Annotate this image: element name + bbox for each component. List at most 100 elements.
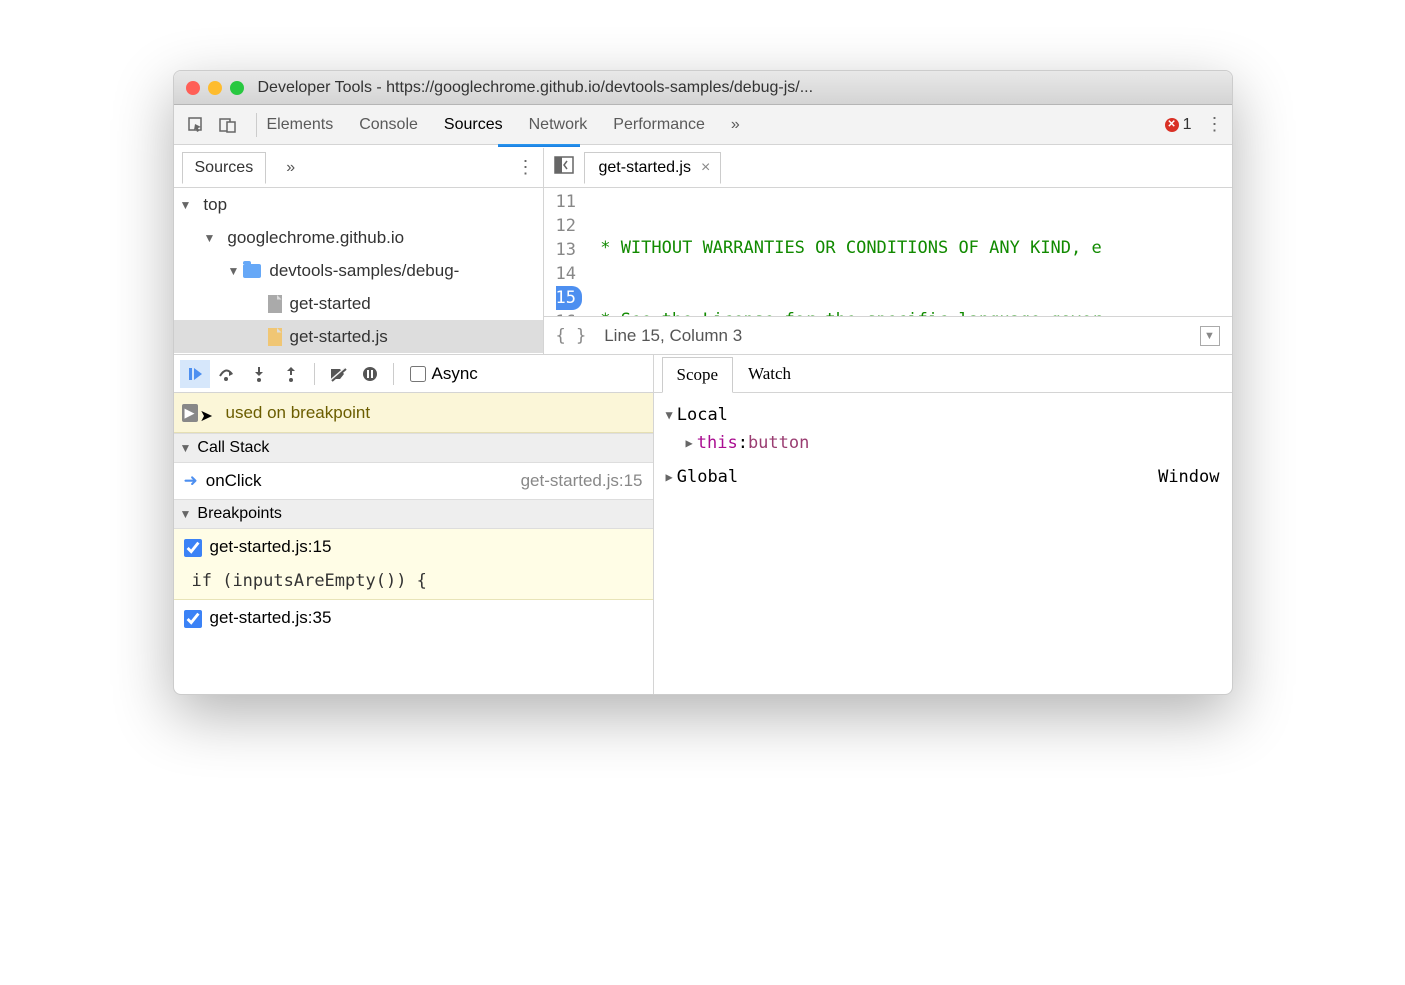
- tab-network[interactable]: Network: [529, 116, 588, 134]
- code-text: * See the License for the specific langu…: [590, 310, 1102, 316]
- async-toggle[interactable]: Async: [410, 364, 478, 384]
- paused-text: used on breakpoint: [226, 403, 371, 423]
- panel-tabs: Elements Console Sources Network Perform…: [267, 116, 740, 134]
- tree-label: googlechrome.github.io: [227, 228, 404, 248]
- breakpoint-label: get-started.js:15: [210, 537, 332, 557]
- play-icon: ▶➤: [182, 404, 198, 422]
- tab-watch[interactable]: Watch: [733, 356, 806, 392]
- tree-label: get-started.js: [290, 327, 388, 347]
- section-label: Breakpoints: [197, 505, 282, 523]
- debugger-controls: Async: [174, 355, 653, 393]
- separator: [314, 363, 315, 385]
- tab-console[interactable]: Console: [359, 116, 418, 134]
- pretty-print-icon[interactable]: { }: [556, 326, 587, 346]
- settings-menu-icon[interactable]: ⋮: [1206, 114, 1224, 135]
- editor-status-bar: { } Line 15, Column 3 ▼: [544, 316, 1232, 354]
- error-counter[interactable]: ✕ 1: [1165, 116, 1192, 134]
- error-count: 1: [1183, 116, 1192, 134]
- deactivate-breakpoints-button[interactable]: [323, 360, 353, 388]
- scope-value: Window: [1158, 463, 1219, 491]
- maximize-button[interactable]: [230, 81, 244, 95]
- linenum: 13: [556, 238, 576, 262]
- step-out-button[interactable]: [276, 360, 306, 388]
- tree-file-js[interactable]: get-started.js: [174, 320, 543, 353]
- breakpoint-item[interactable]: get-started.js:15 if (inputsAreEmpty()) …: [174, 529, 653, 600]
- file-icon: [268, 295, 282, 313]
- linenum-breakpoint[interactable]: 15: [556, 286, 582, 310]
- tab-elements[interactable]: Elements: [267, 116, 334, 134]
- breakpoint-code: if (inputsAreEmpty()) {: [192, 571, 643, 591]
- expand-icon: ▼: [180, 507, 192, 521]
- devtools-window: Developer Tools - https://googlechrome.g…: [173, 70, 1233, 695]
- scope-tabs: Scope Watch: [654, 355, 1232, 393]
- frame-function: onClick: [206, 471, 262, 491]
- separator: [256, 113, 257, 137]
- linenum: 16: [556, 310, 576, 316]
- folder-icon: [243, 264, 261, 278]
- step-into-button[interactable]: [244, 360, 274, 388]
- editor-header: get-started.js ×: [544, 148, 1232, 188]
- section-label: Call Stack: [197, 439, 269, 457]
- scope-panel: Scope Watch ▼ Local ▶ this: button ▶ Glo…: [654, 355, 1232, 694]
- debugger-left: Async ▶➤ used on breakpoint ▼ Call Stack…: [174, 355, 654, 694]
- main-toolbar: Elements Console Sources Network Perform…: [174, 105, 1232, 145]
- tree-label: top: [203, 195, 227, 215]
- tree-label: get-started: [290, 294, 371, 314]
- breakpoints-header[interactable]: ▼ Breakpoints: [174, 499, 653, 529]
- debugger-panel: Async ▶➤ used on breakpoint ▼ Call Stack…: [174, 354, 1232, 694]
- device-toggle-icon[interactable]: [214, 111, 242, 139]
- tree-domain[interactable]: ▼ googlechrome.github.io: [174, 221, 543, 254]
- inspect-icon[interactable]: [182, 111, 210, 139]
- linenum: 11: [556, 190, 576, 214]
- navigator-menu-icon[interactable]: ⋮: [517, 157, 535, 178]
- navigator-tab-sources[interactable]: Sources: [182, 152, 267, 184]
- pause-exceptions-button[interactable]: [355, 360, 385, 388]
- active-tab-indicator: [498, 144, 580, 147]
- code-lines[interactable]: * WITHOUT WARRANTIES OR CONDITIONS OF AN…: [582, 188, 1232, 316]
- tab-scope[interactable]: Scope: [662, 357, 734, 393]
- cursor-position: Line 15, Column 3: [604, 326, 742, 346]
- editor-file-tab[interactable]: get-started.js ×: [584, 152, 722, 184]
- close-tab-icon[interactable]: ×: [701, 159, 710, 177]
- scroll-indicator-icon[interactable]: ▼: [1200, 326, 1220, 346]
- var-name: this: [697, 429, 738, 457]
- expand-icon: ▶: [666, 463, 673, 491]
- breakpoint-checkbox[interactable]: [184, 539, 202, 557]
- scope-this[interactable]: ▶ this: button: [666, 429, 1220, 457]
- linenum: 12: [556, 214, 576, 238]
- tree-folder[interactable]: ▼ devtools-samples/debug-: [174, 254, 543, 287]
- tabs-overflow[interactable]: »: [731, 116, 740, 134]
- scope-global[interactable]: ▶ Global Window: [666, 463, 1220, 491]
- callstack-header[interactable]: ▼ Call Stack: [174, 433, 653, 463]
- window-title: Developer Tools - https://googlechrome.g…: [258, 79, 814, 97]
- close-button[interactable]: [186, 81, 200, 95]
- titlebar: Developer Tools - https://googlechrome.g…: [174, 71, 1232, 105]
- async-label: Async: [432, 364, 478, 384]
- file-navigator: Sources » ⋮ ▼ top ▼ googlechrome.github.…: [174, 148, 544, 354]
- error-icon: ✕: [1165, 118, 1179, 132]
- tree-top[interactable]: ▼ top: [174, 188, 543, 221]
- code-text: * WITHOUT WARRANTIES OR CONDITIONS OF AN…: [590, 238, 1102, 258]
- async-checkbox[interactable]: [410, 366, 426, 382]
- tree-file-html[interactable]: get-started: [174, 287, 543, 320]
- scope-local[interactable]: ▼ Local: [666, 401, 1220, 429]
- file-tree: ▼ top ▼ googlechrome.github.io ▼ devtool…: [174, 188, 543, 354]
- paused-banner[interactable]: ▶➤ used on breakpoint: [174, 393, 653, 433]
- linenum: 14: [556, 262, 576, 286]
- pane-toggle-icon[interactable]: [554, 156, 574, 179]
- current-frame-icon: ➜: [184, 471, 198, 491]
- breakpoint-item[interactable]: get-started.js:35: [174, 600, 653, 636]
- minimize-button[interactable]: [208, 81, 222, 95]
- sources-main: Sources » ⋮ ▼ top ▼ googlechrome.github.…: [174, 148, 1232, 354]
- expand-icon: ▼: [180, 441, 192, 455]
- tab-sources[interactable]: Sources: [444, 116, 503, 134]
- code-area[interactable]: 11 12 13 14 15 16 17 * WITHOUT WARRANTIE…: [544, 188, 1232, 316]
- step-over-button[interactable]: [212, 360, 242, 388]
- navigator-tabs-overflow[interactable]: »: [286, 159, 295, 177]
- file-tab-label: get-started.js: [599, 159, 691, 177]
- navigator-header: Sources » ⋮: [174, 148, 543, 188]
- breakpoint-checkbox[interactable]: [184, 610, 202, 628]
- resume-button[interactable]: [180, 360, 210, 388]
- tab-performance[interactable]: Performance: [613, 116, 705, 134]
- callstack-frame[interactable]: ➜ onClick get-started.js:15: [174, 463, 653, 499]
